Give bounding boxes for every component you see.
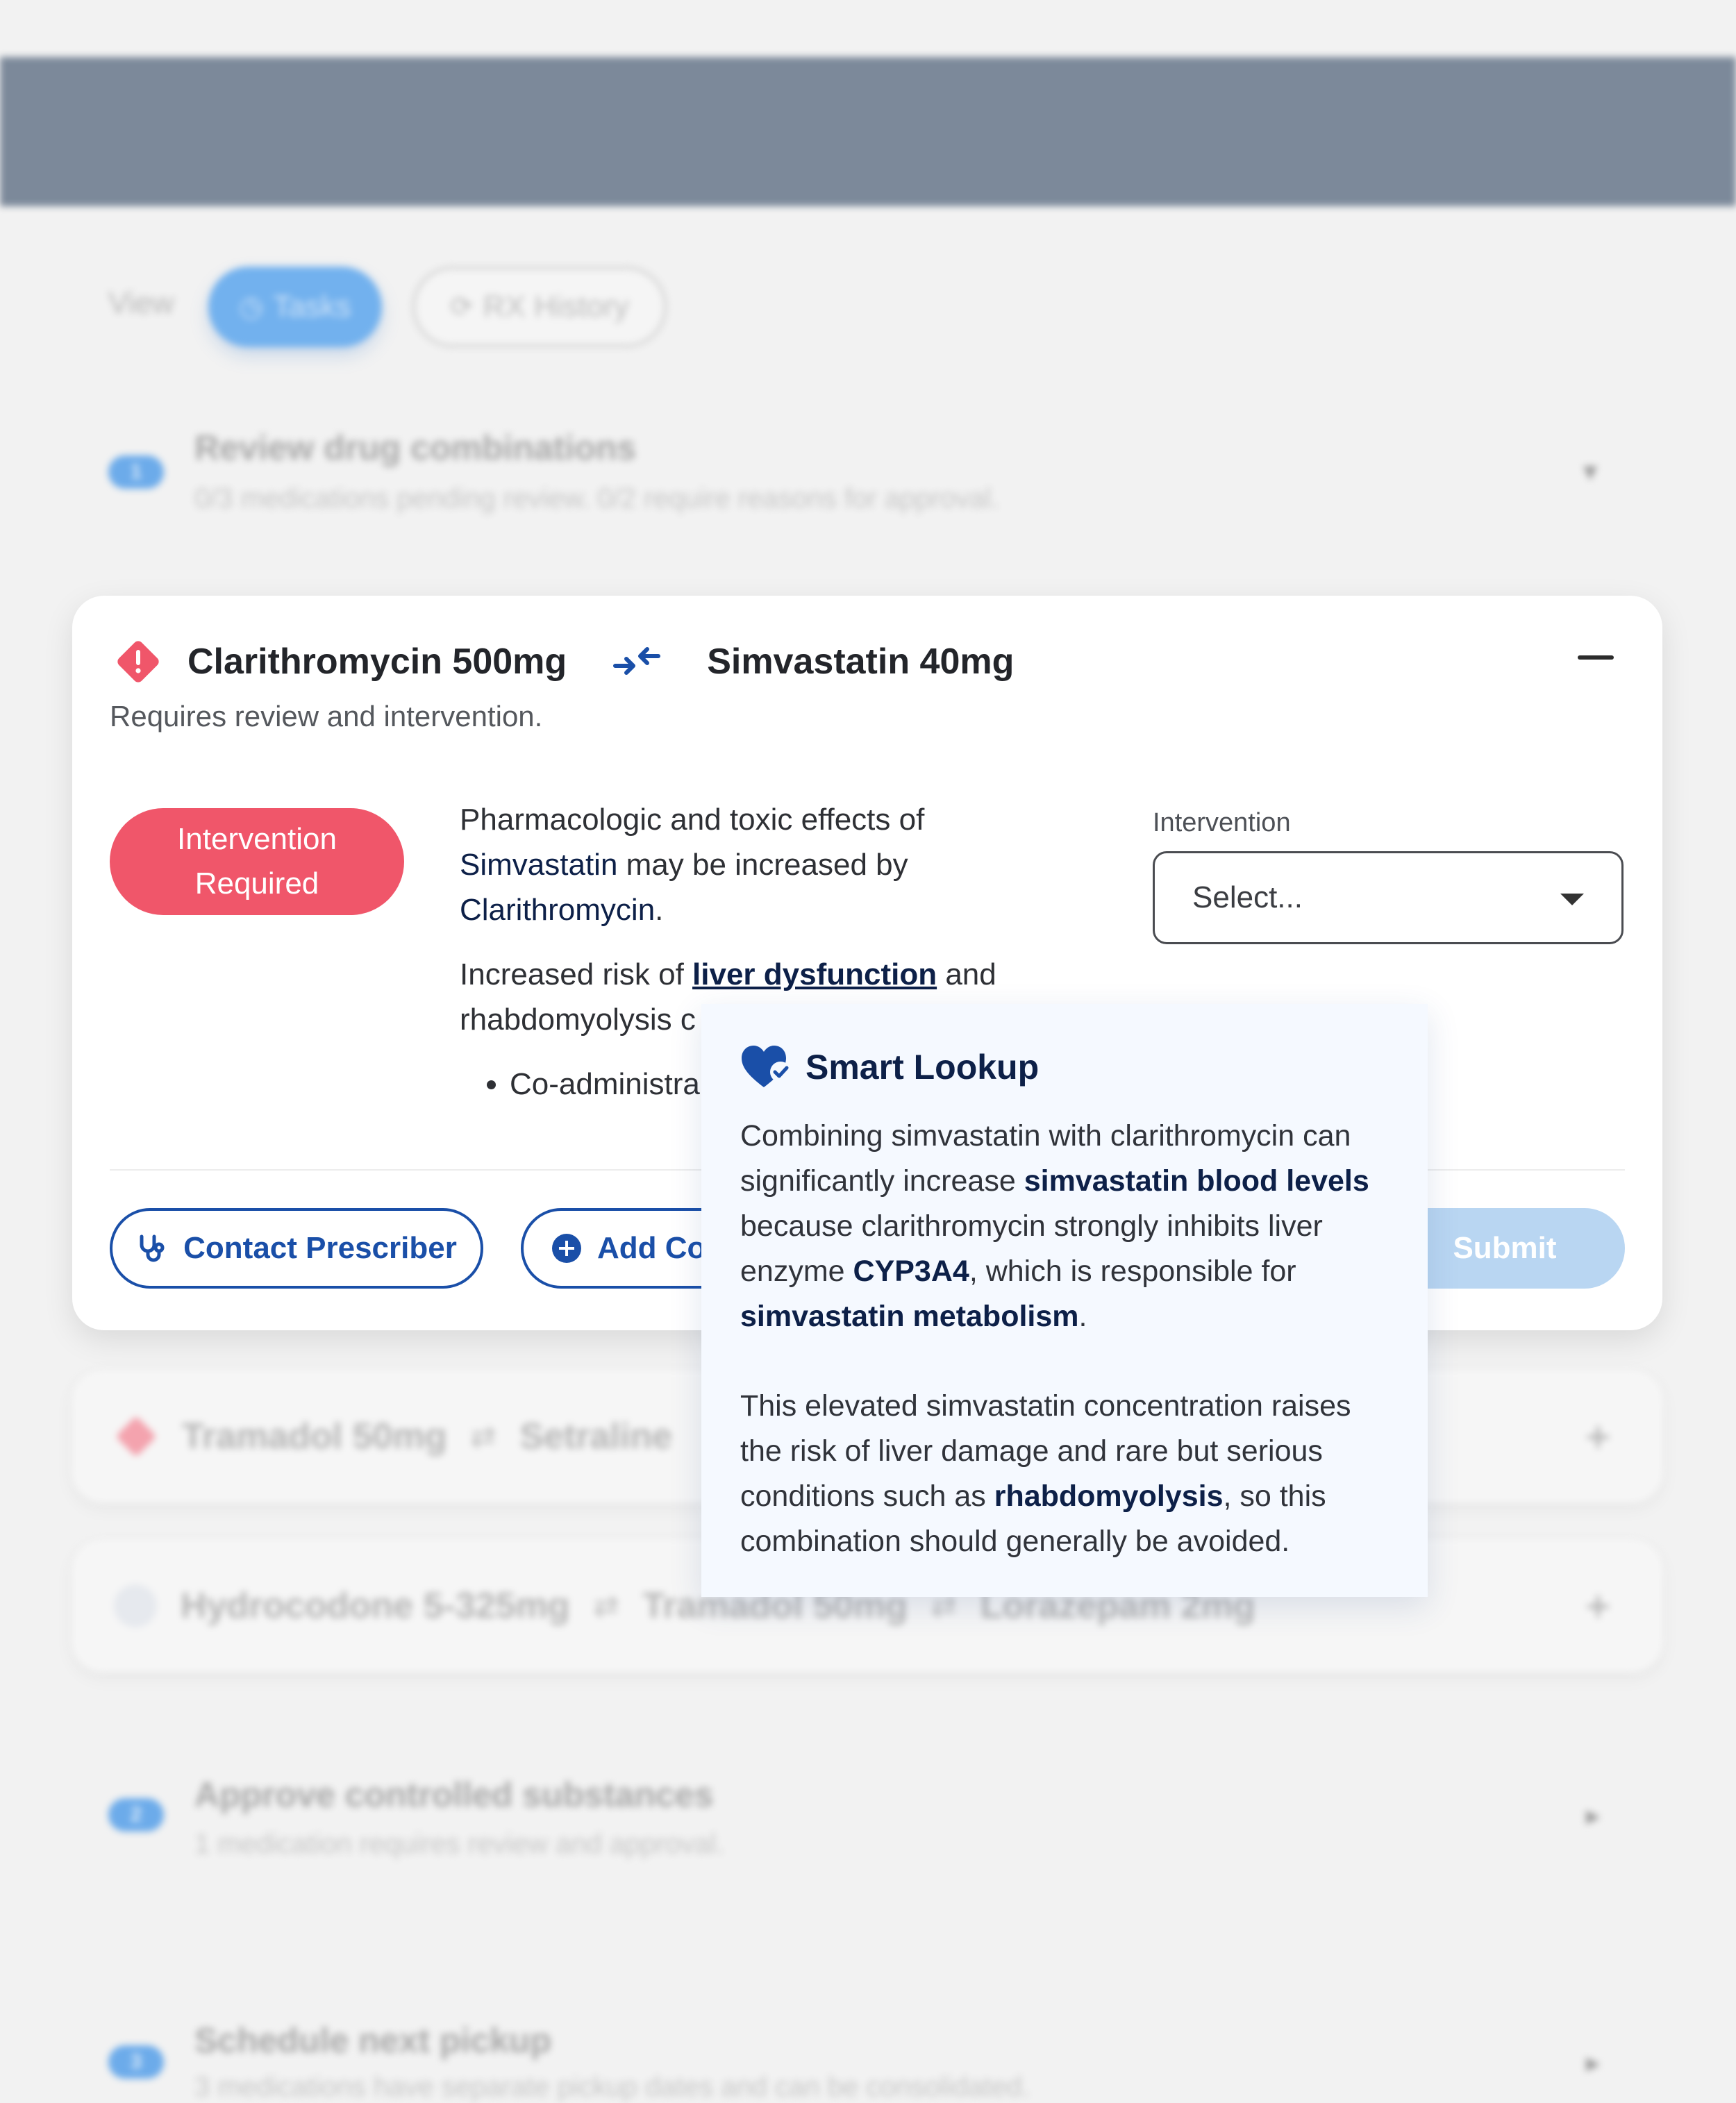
view-label: View (108, 286, 174, 320)
intervention-required-badge: Intervention Required (110, 808, 404, 915)
app-header-bar (0, 57, 1736, 206)
heart-check-icon (742, 1046, 791, 1087)
description-paragraph-1: Pharmacologic and toxic effects of Simva… (460, 803, 925, 927)
plus-circle-icon (552, 1234, 581, 1263)
badge-line-1: Intervention (177, 822, 337, 856)
smart-lookup-paragraph-1: Combining simvastatin with clarithromyci… (740, 1119, 1369, 1333)
add-comment-label: Add Co (597, 1231, 706, 1265)
chevron-right-icon[interactable]: ▸ (1586, 1800, 1600, 1832)
interaction-arrows-icon (613, 647, 661, 675)
step-title: Approve controlled substances (194, 1775, 714, 1814)
drug-a-name: Clarithromycin 500mg (187, 642, 567, 682)
chevron-right-icon[interactable]: ▸ (1586, 2047, 1600, 2079)
warning-diamond-icon (117, 1417, 156, 1456)
intervention-label: Intervention (1153, 808, 1291, 837)
contact-prescriber-label: Contact Prescriber (183, 1231, 457, 1265)
chevron-down-icon[interactable]: ▾ (1583, 455, 1597, 487)
expand-plus-icon[interactable]: + (1585, 1580, 1611, 1632)
step-title: Review drug combinations (194, 428, 637, 467)
smart-lookup-popover: Smart Lookup Combining simvastatin with … (701, 1004, 1428, 1597)
clock-icon: ◷ (239, 292, 264, 322)
step-number-badge: 2 (108, 1798, 164, 1832)
history-icon: ⟳ (450, 292, 474, 322)
step-number-badge: 1 (108, 455, 164, 489)
warning-diamond-icon (114, 637, 162, 686)
step-number-badge: 3 (108, 2045, 164, 2079)
stethoscope-icon (140, 1234, 165, 1262)
caret-down-icon (1560, 894, 1584, 905)
step-subtitle: 1 medication requires review and approva… (194, 1829, 724, 1859)
interaction-header: Clarithromycin 500mg Simvastatin 40mg (114, 637, 1014, 686)
interaction-subtitle: Requires review and intervention. (110, 700, 543, 732)
info-circle-icon (114, 1584, 157, 1627)
interaction-arrows-icon: ⇄ (470, 1419, 496, 1454)
badge-line-2: Required (194, 866, 319, 900)
drug-name: Tramadol 50mg (182, 1416, 447, 1457)
contact-prescriber-button[interactable]: Contact Prescriber (110, 1208, 483, 1289)
intervention-select[interactable]: Select... (1153, 851, 1624, 944)
liver-dysfunction-link[interactable]: liver dysfunction (692, 957, 937, 991)
drug-name: Setraline (519, 1416, 672, 1457)
expand-plus-icon[interactable]: + (1585, 1411, 1611, 1462)
smart-lookup-title: Smart Lookup (806, 1048, 1040, 1087)
tab-rx-history[interactable]: ⟳ RX History (412, 267, 667, 347)
interaction-arrows-icon: ⇄ (593, 1589, 619, 1623)
tab-rx-history-label: RX History (483, 290, 629, 324)
intervention-select-value: Select... (1192, 880, 1303, 914)
step-title: Schedule next pickup (194, 2021, 552, 2060)
drug-b-name: Simvastatin 40mg (707, 642, 1015, 682)
drug-name: Hydrocodone 5-325mg (181, 1586, 570, 1626)
tab-tasks-label: Tasks (273, 290, 351, 324)
step-subtitle: 0/3 medications pending review. 0/2 requ… (194, 483, 999, 514)
smart-lookup-paragraph-2: This elevated simvastatin concentration … (740, 1389, 1351, 1558)
smart-lookup-header: Smart Lookup (740, 1044, 1389, 1090)
collapse-minus-icon[interactable] (1578, 655, 1614, 660)
tab-tasks[interactable]: ◷ Tasks (208, 267, 382, 347)
